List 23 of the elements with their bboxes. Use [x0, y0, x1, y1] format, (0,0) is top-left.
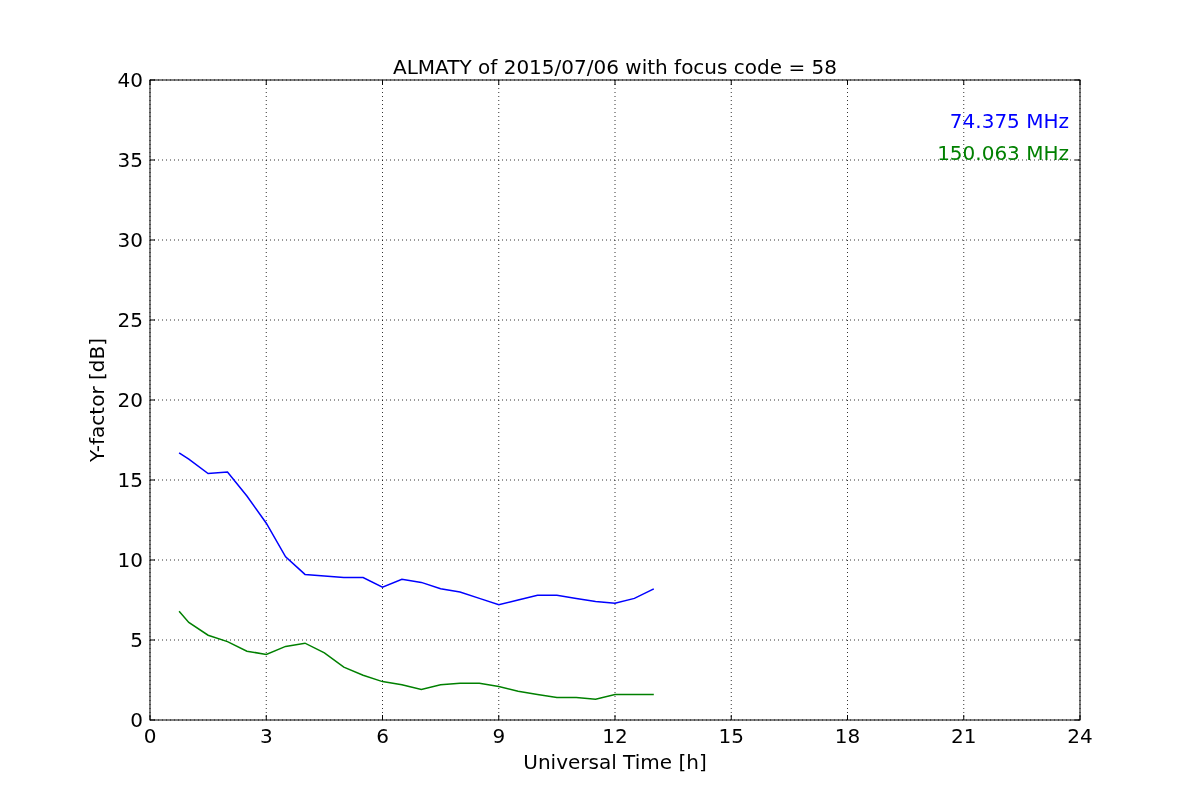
x-tick-label: 6: [376, 724, 389, 748]
y-tick-label: 40: [117, 68, 143, 92]
y-tick-label: 30: [117, 228, 143, 252]
x-tick-label: 18: [834, 724, 861, 748]
series-label: 74.375 MHz: [949, 109, 1069, 133]
x-tick-label: 0: [143, 724, 157, 748]
y-tick-label: 35: [117, 148, 143, 172]
y-tick-label: 5: [130, 628, 143, 652]
y-axis-label: Y-factor [dB]: [85, 338, 109, 462]
chart-title: ALMATY of 2015/07/06 with focus code = 58: [393, 55, 837, 79]
x-tick-label: 9: [492, 724, 506, 748]
y-tick-label: 15: [117, 468, 143, 492]
series-label: 150.063 MHz: [937, 141, 1069, 165]
x-tick-label: 3: [259, 724, 273, 748]
y-tick-label: 20: [117, 388, 143, 412]
y-tick-label: 0: [130, 708, 143, 732]
x-tick-label: 24: [1067, 724, 1093, 748]
y-tick-label: 10: [117, 548, 143, 572]
y-tick-label: 25: [117, 308, 143, 332]
x-tick-label: 15: [718, 724, 744, 748]
x-tick-label: 12: [602, 724, 628, 748]
x-tick-label: 21: [951, 724, 977, 748]
x-axis-label: Universal Time [h]: [523, 750, 707, 774]
